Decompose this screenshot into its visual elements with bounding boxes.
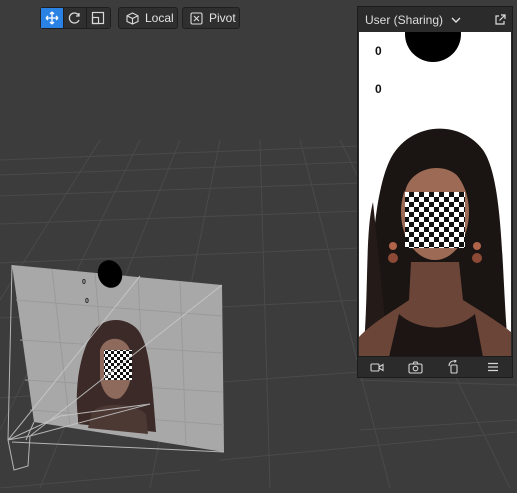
- preview-footer-toolbar: [358, 356, 512, 377]
- switch-camera-icon: [408, 360, 423, 374]
- face-plane[interactable]: [12, 257, 225, 452]
- pivot-icon: [190, 11, 203, 25]
- plane-counter-1: 0: [82, 279, 86, 286]
- scale-icon: [91, 11, 105, 25]
- chevron-down-icon: [451, 17, 461, 23]
- local-space-button[interactable]: Local: [119, 8, 181, 28]
- overlay-counter-2: 0: [375, 82, 382, 96]
- transform-tools: [40, 7, 111, 29]
- space-toggle: Local: [118, 7, 178, 29]
- rotate-device-button[interactable]: [444, 358, 464, 376]
- preview-image: [359, 32, 511, 357]
- pivot-button[interactable]: Pivot: [183, 8, 243, 28]
- mask-checkerboard: [405, 192, 465, 248]
- popout-button[interactable]: [494, 13, 506, 26]
- external-link-icon: [495, 13, 506, 25]
- menu-icon: [487, 362, 498, 372]
- overlay-counter-1: 0: [375, 44, 382, 58]
- scale-tool-button[interactable]: [86, 8, 109, 28]
- switch-camera-button[interactable]: [406, 358, 426, 376]
- pivot-toggle: Pivot: [182, 7, 240, 29]
- black-circle-marker: [405, 32, 461, 62]
- camera-preview-screen[interactable]: 0 0: [359, 32, 511, 357]
- cube-icon: [126, 11, 139, 25]
- video-camera-icon: [370, 362, 384, 372]
- rotate-icon: [68, 12, 80, 24]
- rotate-tool-button[interactable]: [63, 8, 86, 28]
- record-video-button[interactable]: [367, 358, 387, 376]
- camera-preview-panel: User (Sharing) 0 0: [357, 6, 513, 378]
- move-icon: [45, 11, 59, 25]
- mask-checkerboard: [104, 350, 132, 380]
- preview-header: User (Sharing): [358, 7, 512, 32]
- menu-button[interactable]: [483, 358, 503, 376]
- move-tool-button[interactable]: [41, 8, 63, 28]
- camera-select-label: User (Sharing): [365, 12, 444, 27]
- pivot-label: Pivot: [209, 11, 236, 25]
- rotate-device-icon: [448, 360, 458, 374]
- camera-select-dropdown[interactable]: User (Sharing): [365, 13, 461, 27]
- plane-counter-2: 0: [85, 298, 89, 305]
- local-space-label: Local: [145, 11, 174, 25]
